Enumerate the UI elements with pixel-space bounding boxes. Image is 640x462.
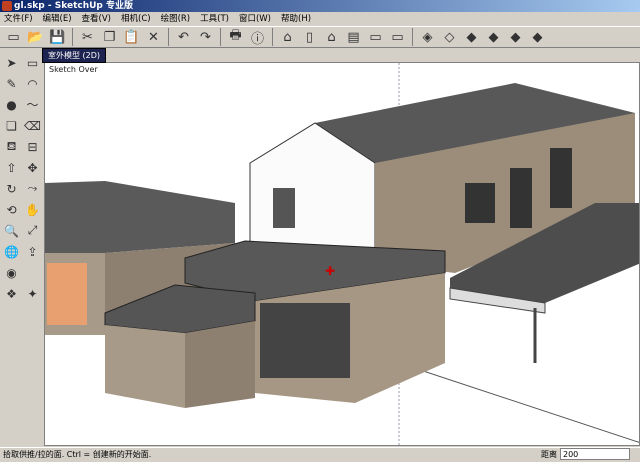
undo-icon[interactable]: ↶ <box>174 28 193 47</box>
measure-label: 距离 <box>541 449 557 459</box>
menu-item[interactable]: 帮助(H) <box>281 12 311 26</box>
materials-icon[interactable]: ✦ <box>23 284 42 303</box>
zoom-icon[interactable]: 🔍 <box>2 221 21 240</box>
tooltip: 室外模型 (2D) <box>42 48 107 63</box>
rectangle-icon[interactable]: ▭ <box>23 53 42 72</box>
menu-item[interactable]: 窗口(W) <box>239 12 271 26</box>
top-view-icon[interactable]: ▯ <box>300 28 319 47</box>
monochrome-icon[interactable]: ◆ <box>528 28 547 47</box>
house-model: ✚ <box>45 63 639 445</box>
zoom-extents-icon[interactable]: ⤢ <box>23 221 42 240</box>
tape-measure-icon[interactable]: ⊟ <box>23 137 42 156</box>
open-icon[interactable]: 📂 <box>26 28 45 47</box>
toolbar-separator <box>220 28 221 46</box>
shaded-icon[interactable]: ◆ <box>484 28 503 47</box>
window-title: gl.skp - SketchUp 专业版 <box>14 1 133 11</box>
menu-item[interactable]: 绘图(R) <box>161 12 191 26</box>
annex-side <box>185 321 255 408</box>
copy-icon[interactable]: ❐ <box>100 28 119 47</box>
paint-bucket-icon[interactable]: ⛾ <box>2 137 21 156</box>
model-info-icon[interactable]: ⓘ <box>248 28 267 47</box>
shaded-textures-icon[interactable]: ◆ <box>506 28 525 47</box>
print-icon[interactable]: 🖶 <box>226 28 245 47</box>
roof-left <box>45 181 235 253</box>
cut-icon[interactable]: ✂ <box>78 28 97 47</box>
menu-bar: 文件(F) 编辑(E) 查看(V) 相机(C) 绘图(R) 工具(T) 窗口(W) 帮助(H) <box>0 12 640 26</box>
menu-item[interactable]: 相机(C) <box>121 12 151 26</box>
wireframe-icon[interactable]: ◇ <box>440 28 459 47</box>
window <box>550 148 572 208</box>
push-pull-icon[interactable]: ⇧ <box>2 158 21 177</box>
sketchup-app-icon <box>2 1 12 11</box>
arc-icon[interactable]: ◠ <box>23 74 42 93</box>
left-view-icon[interactable]: ▭ <box>388 28 407 47</box>
menu-item[interactable]: 查看(V) <box>82 12 111 26</box>
annex-wall <box>105 325 185 408</box>
glass-door <box>260 303 350 378</box>
orbit-icon[interactable]: ⟲ <box>2 200 21 219</box>
hidden-line-icon[interactable]: ◆ <box>462 28 481 47</box>
measurements-box: 距离 <box>541 448 630 460</box>
delete-icon[interactable]: ✕ <box>144 28 163 47</box>
iso-view-icon[interactable]: ⌂ <box>278 28 297 47</box>
drawing-viewport[interactable]: Sketch Over ✚ <box>44 62 640 446</box>
circle-icon[interactable]: ● <box>2 95 21 114</box>
rotate-icon[interactable]: ↻ <box>2 179 21 198</box>
window <box>510 168 532 228</box>
placeholder-icon[interactable] <box>23 263 42 282</box>
toolbar-separator <box>72 28 73 46</box>
window <box>465 183 495 223</box>
toolbar-separator <box>412 28 413 46</box>
toolbar-separator <box>272 28 273 46</box>
window <box>47 263 87 325</box>
menu-item[interactable]: 编辑(E) <box>43 12 72 26</box>
make-component-icon[interactable]: ❏ <box>2 116 21 135</box>
paste-icon[interactable]: 📋 <box>122 28 141 47</box>
right-view-icon[interactable]: ▤ <box>344 28 363 47</box>
toolbar-separator <box>168 28 169 46</box>
title-bar: gl.skp - SketchUp 专业版 <box>0 0 640 12</box>
pan-icon[interactable]: ✋ <box>23 200 42 219</box>
window <box>273 188 295 228</box>
cursor-icon: ✚ <box>325 264 335 278</box>
components-icon[interactable]: ❖ <box>2 284 21 303</box>
menu-item[interactable]: 工具(T) <box>200 12 229 26</box>
front-view-icon[interactable]: ⌂ <box>322 28 341 47</box>
freehand-icon[interactable]: 〜 <box>23 95 42 114</box>
xray-icon[interactable]: ◈ <box>418 28 437 47</box>
google-earth-icon[interactable]: ◉ <box>2 263 21 282</box>
move-icon[interactable]: ✥ <box>23 158 42 177</box>
share-model-icon[interactable]: ⇪ <box>23 242 42 261</box>
eraser-icon[interactable]: ⌫ <box>23 116 42 135</box>
line-icon[interactable]: ✎ <box>2 74 21 93</box>
menu-item[interactable]: 文件(F) <box>4 12 33 26</box>
axis-line <box>398 362 639 443</box>
new-icon[interactable]: ▭ <box>4 28 23 47</box>
select-icon[interactable]: ➤ <box>2 53 21 72</box>
tool-palette: ➤ ▭ ✎ ◠ ● 〜 ❏ ⌫ ⛾ ⊟ ⇧ ✥ ↻ ⤳ ⟲ ✋ 🔍 ⤢ 🌐 ⇪ ◉ ❖ ✦ <box>0 50 44 436</box>
redo-icon[interactable]: ↷ <box>196 28 215 47</box>
main-toolbar: ▭ 📂 💾 ✂ ❐ 📋 ✕ ↶ ↷ 🖶 ⓘ ⌂ ▯ ⌂ ▤ ▭ ▭ ◈ ◇ ◆ ◆ ◆ ◆ <box>0 26 640 48</box>
back-view-icon[interactable]: ▭ <box>366 28 385 47</box>
get-models-icon[interactable]: 🌐 <box>2 242 21 261</box>
follow-me-icon[interactable]: ⤳ <box>23 179 42 198</box>
save-icon[interactable]: 💾 <box>48 28 67 47</box>
measure-input[interactable] <box>560 448 630 460</box>
scene-label: Sketch Over <box>49 65 98 74</box>
